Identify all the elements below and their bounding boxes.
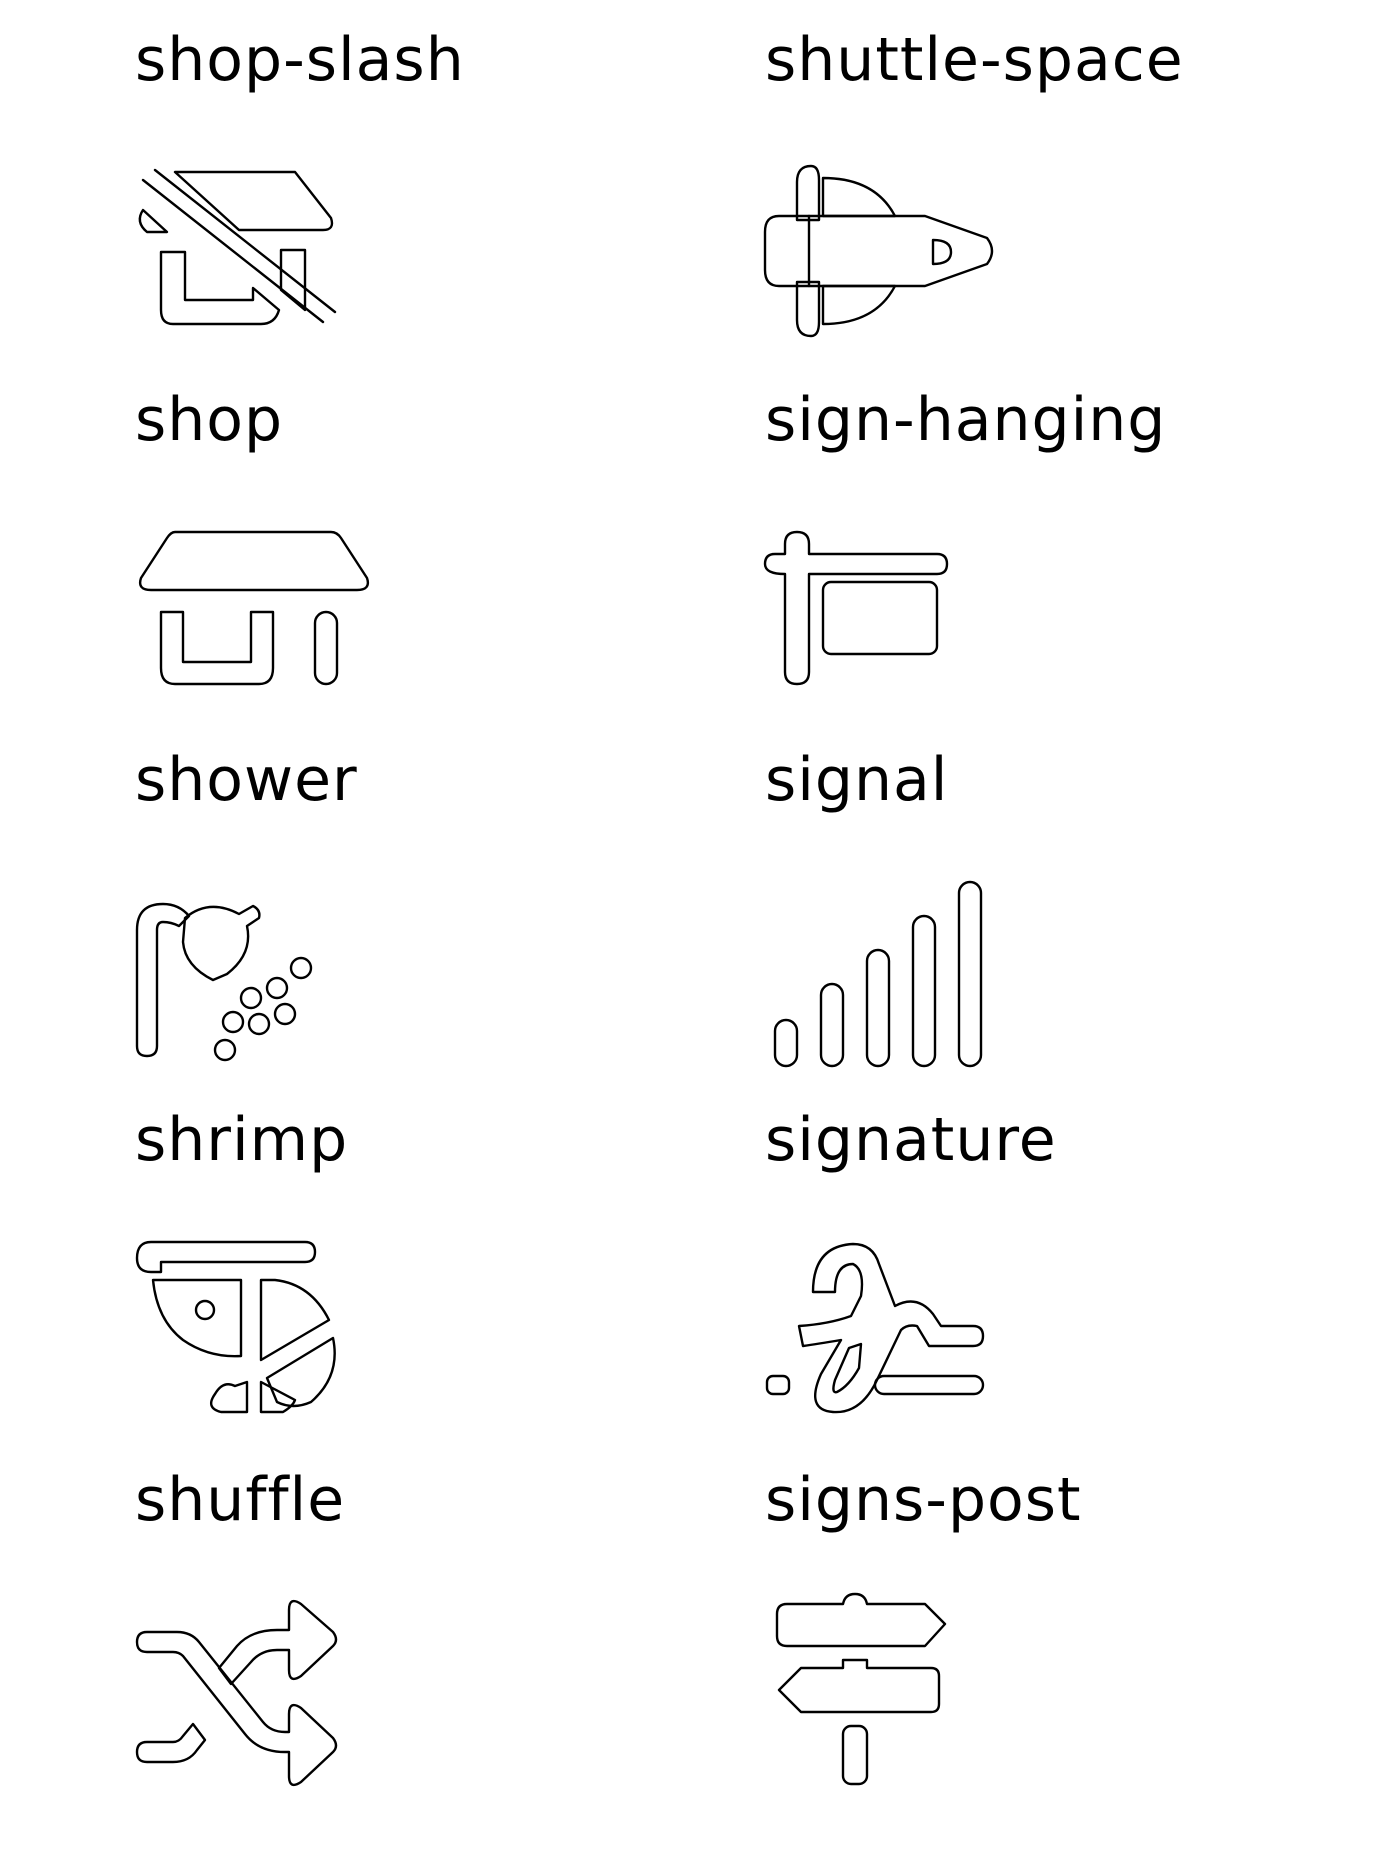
icon-label: shuffle xyxy=(135,1465,346,1535)
icon-card-shrimp: shrimp xyxy=(135,1080,735,1440)
signature-icon xyxy=(765,1242,985,1414)
signs-post-icon xyxy=(775,1592,947,1786)
sign-hanging-icon xyxy=(763,530,949,686)
shop-icon xyxy=(138,530,370,686)
icon-label: sign-hanging xyxy=(765,385,1167,455)
icon-label: shop-slash xyxy=(135,25,465,95)
icon-label: signal xyxy=(765,745,949,815)
icon-card-shop: shop xyxy=(135,360,735,720)
icon-label: shop xyxy=(135,385,284,455)
icon-card-signal: signal xyxy=(765,720,1365,1080)
shuttle-space-icon xyxy=(763,164,994,338)
shrimp-icon xyxy=(135,1240,336,1414)
signal-icon xyxy=(773,880,983,1068)
icon-label: shrimp xyxy=(135,1105,349,1175)
shop-slash-icon xyxy=(138,168,337,326)
icon-label: signs-post xyxy=(765,1465,1082,1535)
shuffle-icon xyxy=(135,1599,338,1787)
icon-card-sign-hanging: sign-hanging xyxy=(763,360,1365,720)
icon-card-shuffle: shuffle xyxy=(135,1440,735,1800)
icon-card-shower: shower xyxy=(135,720,735,1080)
icon-card-signature: signature xyxy=(765,1080,1365,1440)
icon-card-signs-post: signs-post xyxy=(765,1440,1365,1800)
icon-label: shower xyxy=(135,745,358,815)
icon-label: signature xyxy=(765,1105,1057,1175)
icon-card-shop-slash: shop-slash xyxy=(135,0,735,360)
icon-label: shuttle-space xyxy=(765,25,1184,95)
icon-card-shuttle-space: shuttle-space xyxy=(763,0,1365,360)
shower-icon xyxy=(135,902,313,1062)
